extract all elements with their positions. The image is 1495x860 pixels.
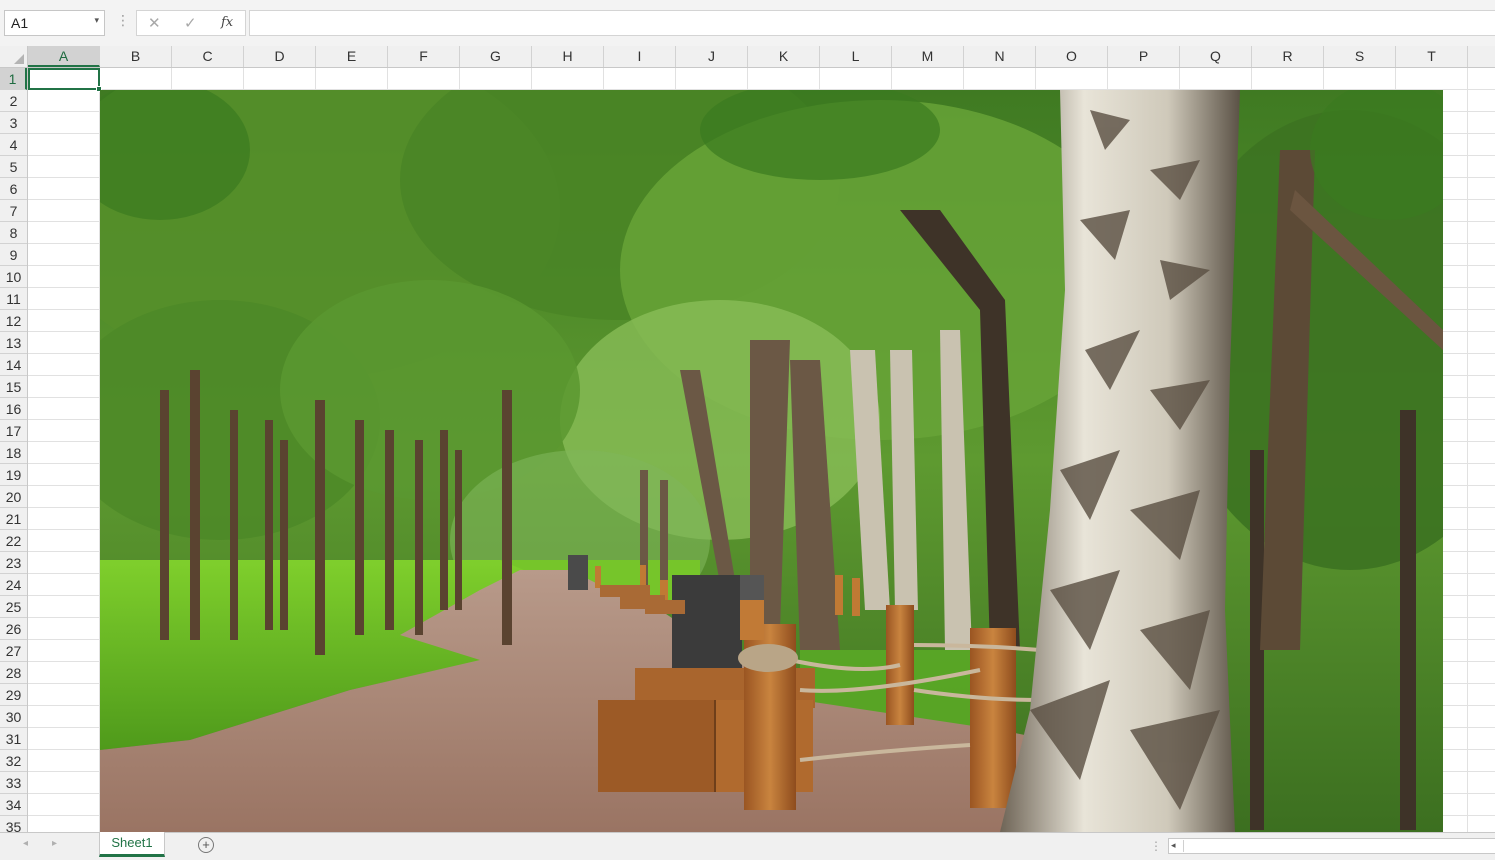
add-sheet-icon[interactable]: + xyxy=(198,837,214,853)
row-header-35[interactable]: 35 xyxy=(0,816,27,832)
name-box[interactable]: A1 ▾ xyxy=(4,10,105,36)
row-header-11[interactable]: 11 xyxy=(0,288,27,310)
column-header-o[interactable]: O xyxy=(1036,46,1108,67)
column-header-i[interactable]: I xyxy=(604,46,676,67)
row-header-25[interactable]: 25 xyxy=(0,596,27,618)
column-header-b[interactable]: B xyxy=(100,46,172,67)
column-header-n[interactable]: N xyxy=(964,46,1036,67)
next-sheet-icon[interactable]: ▸ xyxy=(52,838,57,849)
check-icon[interactable]: ✓ xyxy=(184,14,197,32)
row-header-17[interactable]: 17 xyxy=(0,420,27,442)
row-header-28[interactable]: 28 xyxy=(0,662,27,684)
active-cell-A1[interactable] xyxy=(28,68,102,92)
select-all-button[interactable] xyxy=(0,46,28,67)
formula-bar-resize-handle[interactable]: ⋮ xyxy=(116,13,130,27)
row-header-5[interactable]: 5 xyxy=(0,156,27,178)
column-header-a[interactable]: A xyxy=(28,46,100,67)
formula-bar-buttons: ✕ ✓ fx xyxy=(136,10,246,36)
row-header-16[interactable]: 16 xyxy=(0,398,27,420)
column-header-r[interactable]: R xyxy=(1252,46,1324,67)
sheet-tab-sheet1[interactable]: Sheet1 xyxy=(99,832,165,857)
row-header-30[interactable]: 30 xyxy=(0,706,27,728)
formula-input[interactable] xyxy=(249,10,1495,36)
row-header-7[interactable]: 7 xyxy=(0,200,27,222)
name-box-dropdown-icon[interactable]: ▾ xyxy=(94,15,99,26)
row-header-26[interactable]: 26 xyxy=(0,618,27,640)
row-header-14[interactable]: 14 xyxy=(0,354,27,376)
worksheet-grid[interactable] xyxy=(28,68,1495,832)
column-header-q[interactable]: Q xyxy=(1180,46,1252,67)
sheet-tab-bar: ◂ ▸ Sheet1 + ⋮ ◂ xyxy=(0,832,1495,860)
row-header-29[interactable]: 29 xyxy=(0,684,27,706)
column-header-d[interactable]: D xyxy=(244,46,316,67)
row-header-2[interactable]: 2 xyxy=(0,90,27,112)
column-header-t[interactable]: T xyxy=(1396,46,1468,67)
column-header-j[interactable]: J xyxy=(676,46,748,67)
row-header-20[interactable]: 20 xyxy=(0,486,27,508)
column-header-m[interactable]: M xyxy=(892,46,964,67)
row-header-23[interactable]: 23 xyxy=(0,552,27,574)
row-header-column: 1 2 3 4 5 6 7 8 9 10 11 12 13 14 15 16 17 18 19 20 21 22 23 24 2… xyxy=(0,68,28,832)
row-header-22[interactable]: 22 xyxy=(0,530,27,552)
row-header-1[interactable]: 1 xyxy=(0,68,27,90)
insert-function-icon[interactable]: fx xyxy=(221,15,233,30)
column-header-c[interactable]: C xyxy=(172,46,244,67)
row-header-19[interactable]: 19 xyxy=(0,464,27,486)
column-header-f[interactable]: F xyxy=(388,46,460,67)
row-header-21[interactable]: 21 xyxy=(0,508,27,530)
row-header-34[interactable]: 34 xyxy=(0,794,27,816)
row-header-33[interactable]: 33 xyxy=(0,772,27,794)
name-box-value: A1 xyxy=(11,15,29,31)
row-header-15[interactable]: 15 xyxy=(0,376,27,398)
column-header-e[interactable]: E xyxy=(316,46,388,67)
column-header-p[interactable]: P xyxy=(1108,46,1180,67)
row-header-32[interactable]: 32 xyxy=(0,750,27,772)
row-header-3[interactable]: 3 xyxy=(0,112,27,134)
row-header-27[interactable]: 27 xyxy=(0,640,27,662)
row-header-6[interactable]: 6 xyxy=(0,178,27,200)
row-header-31[interactable]: 31 xyxy=(0,728,27,750)
row-header-4[interactable]: 4 xyxy=(0,134,27,156)
column-header-s[interactable]: S xyxy=(1324,46,1396,67)
row-header-12[interactable]: 12 xyxy=(0,310,27,332)
column-header-row: ABCDEFGHIJKLMNOPQRST xyxy=(0,46,1495,68)
park-photo[interactable] xyxy=(100,90,1443,832)
formula-bar: A1 ▾ ⋮ ✕ ✓ fx xyxy=(0,0,1495,46)
row-header-24[interactable]: 24 xyxy=(0,574,27,596)
row-header-9[interactable]: 9 xyxy=(0,244,27,266)
column-header-l[interactable]: L xyxy=(820,46,892,67)
row-header-8[interactable]: 8 xyxy=(0,222,27,244)
scrollbar-thumb[interactable] xyxy=(1183,840,1493,852)
row-header-13[interactable]: 13 xyxy=(0,332,27,354)
horizontal-scrollbar[interactable]: ◂ xyxy=(1168,838,1495,854)
column-header-g[interactable]: G xyxy=(460,46,532,67)
tab-split-handle[interactable]: ⋮ xyxy=(1150,839,1162,853)
column-header-k[interactable]: K xyxy=(748,46,820,67)
scroll-left-icon[interactable]: ◂ xyxy=(1171,840,1176,851)
cancel-icon[interactable]: ✕ xyxy=(148,14,161,32)
row-header-18[interactable]: 18 xyxy=(0,442,27,464)
row-header-10[interactable]: 10 xyxy=(0,266,27,288)
select-all-triangle-icon xyxy=(14,54,24,64)
column-header-h[interactable]: H xyxy=(532,46,604,67)
previous-sheet-icon[interactable]: ◂ xyxy=(23,838,28,849)
